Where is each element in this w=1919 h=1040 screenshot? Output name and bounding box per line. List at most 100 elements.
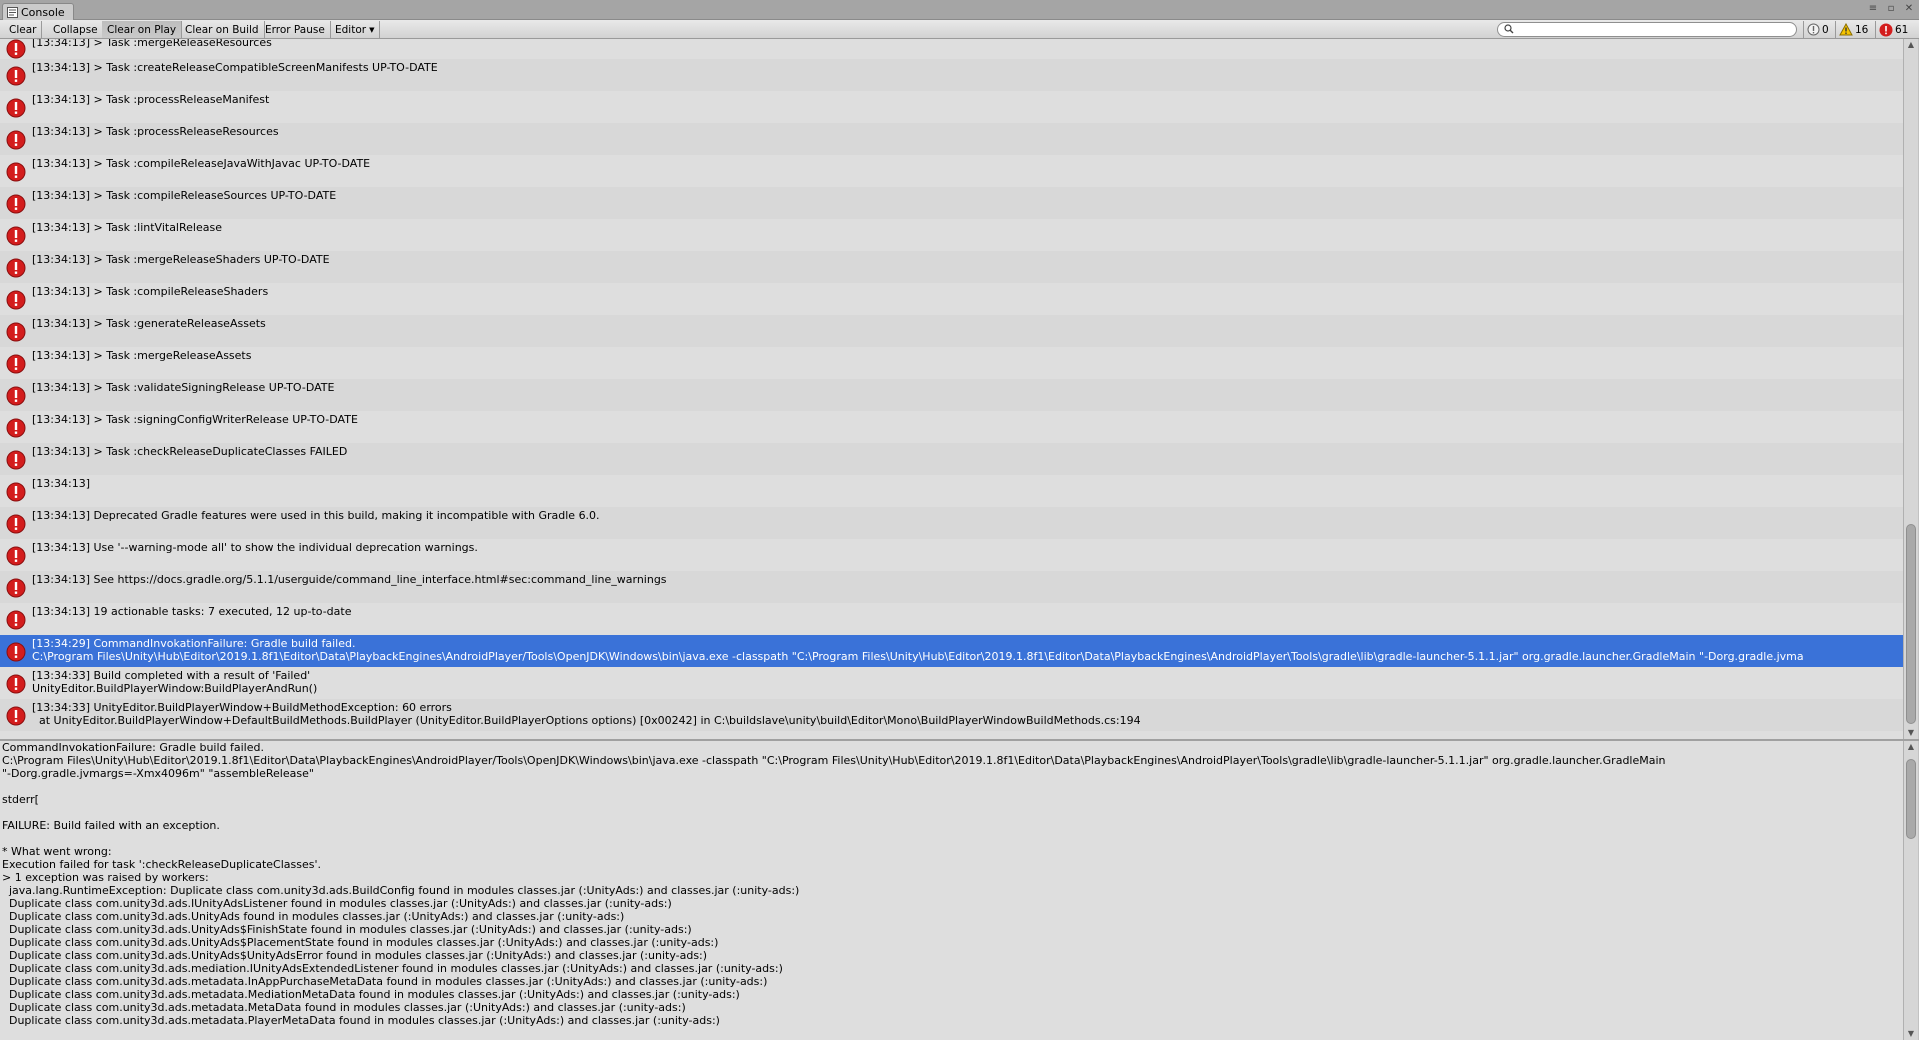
log-entry-line1: [13:34:13] > Task :generateReleaseAssets xyxy=(32,317,266,330)
error-icon xyxy=(6,674,26,694)
editor-dropdown-label: Editor xyxy=(335,23,367,36)
detail-pane-scrollbar[interactable]: ▲ ▼ xyxy=(1903,741,1918,1040)
stacktrace-detail-pane[interactable]: CommandInvokationFailure: Gradle build f… xyxy=(0,741,1903,1040)
error-icon xyxy=(6,642,26,662)
log-entry[interactable]: [13:34:13] Use '--warning-mode all' to s… xyxy=(0,539,1903,571)
clear-on-play-toggle[interactable]: Clear on Play xyxy=(102,21,183,38)
menu-icon[interactable]: ≡ xyxy=(1867,2,1879,16)
stacktrace-line: stderr[ xyxy=(2,793,39,806)
log-entry-text: [13:34:13] > Task :processReleaseManifes… xyxy=(32,93,1899,106)
stacktrace-line: Duplicate class com.unity3d.ads.metadata… xyxy=(2,975,768,988)
stacktrace-line xyxy=(2,780,1903,793)
close-icon[interactable]: ✕ xyxy=(1903,2,1915,16)
warning-count-toggle[interactable]: 16 xyxy=(1835,21,1871,38)
log-entry-line1: [13:34:13] > Task :processReleaseManifes… xyxy=(32,93,270,106)
log-entry-line1: [13:34:13] > Task :mergeReleaseShaders U… xyxy=(32,253,330,266)
error-icon xyxy=(6,450,26,470)
detail-scroll-up-arrow-icon[interactable]: ▲ xyxy=(1904,741,1918,753)
chevron-down-icon: ▼ xyxy=(369,25,375,34)
maximize-icon[interactable]: ▫ xyxy=(1885,2,1897,16)
error-count-toggle[interactable]: 61 xyxy=(1875,21,1911,38)
log-entry[interactable]: [13:34:13] > Task :mergeReleaseResources xyxy=(0,39,1903,59)
log-entry[interactable]: [13:34:13] > Task :compileReleaseJavaWit… xyxy=(0,155,1903,187)
detail-pane-scroll-thumb[interactable] xyxy=(1906,759,1916,839)
log-entry[interactable]: [13:34:13] > Task :validateSigningReleas… xyxy=(0,379,1903,411)
stacktrace-line: Duplicate class com.unity3d.ads.UnityAds… xyxy=(2,936,719,949)
log-entry-line1: [13:34:13] > Task :processReleaseResourc… xyxy=(32,125,279,138)
search-input[interactable] xyxy=(1516,23,1786,36)
log-entry[interactable]: [13:34:13] Deprecated Gradle features we… xyxy=(0,507,1903,539)
error-count: 61 xyxy=(1895,23,1909,36)
log-entry[interactable]: [13:34:13] > Task :signingConfigWriterRe… xyxy=(0,411,1903,443)
log-entry[interactable]: [13:34:13] > Task :processReleaseResourc… xyxy=(0,123,1903,155)
console-tab[interactable]: Console xyxy=(2,3,74,20)
log-entry-text: [13:34:13] Deprecated Gradle features we… xyxy=(32,509,1899,522)
log-entry[interactable]: [13:34:13] See https://docs.gradle.org/5… xyxy=(0,571,1903,603)
log-entry[interactable]: [13:34:13] > Task :compileReleaseSources… xyxy=(0,187,1903,219)
log-entry-line1: [13:34:29] CommandInvokationFailure: Gra… xyxy=(32,637,356,650)
log-entry-text: [13:34:33] UnityEditor.BuildPlayerWindow… xyxy=(32,701,1899,727)
log-entry-text: [13:34:13] > Task :compileReleaseShaders xyxy=(32,285,1899,298)
log-entry[interactable]: [13:34:13] > Task :lintVitalRelease xyxy=(0,219,1903,251)
stacktrace-line: CommandInvokationFailure: Gradle build f… xyxy=(2,741,264,754)
search-field[interactable] xyxy=(1497,22,1797,37)
stacktrace-line xyxy=(2,806,1903,819)
error-icon xyxy=(6,514,26,534)
stacktrace-line: > 1 exception was raised by workers: xyxy=(2,871,209,884)
editor-dropdown[interactable]: Editor ▼ xyxy=(330,21,381,38)
log-entry[interactable]: [13:34:13] > Task :mergeReleaseAssets xyxy=(0,347,1903,379)
stacktrace-line: Duplicate class com.unity3d.ads.metadata… xyxy=(2,1014,720,1027)
log-entry-text: [13:34:13] > Task :createReleaseCompatib… xyxy=(32,61,1899,74)
stacktrace-line xyxy=(2,832,1903,845)
log-entry-line1: [13:34:13] > Task :mergeReleaseResources xyxy=(32,39,272,49)
log-entry-line1: [13:34:13] > Task :mergeReleaseAssets xyxy=(32,349,252,362)
log-list-scrollbar[interactable]: ▲ ▼ xyxy=(1903,39,1918,739)
log-entry-text: [13:34:13] > Task :mergeReleaseAssets xyxy=(32,349,1899,362)
log-entry[interactable]: [13:34:33] UnityEditor.BuildPlayerWindow… xyxy=(0,699,1903,731)
scroll-down-arrow-icon[interactable]: ▼ xyxy=(1904,727,1918,739)
window-titlebar: Console ≡ ▫ ✕ xyxy=(0,0,1919,20)
log-entry-line1: [13:34:13] > Task :lintVitalRelease xyxy=(32,221,222,234)
error-icon xyxy=(6,322,26,342)
error-icon xyxy=(6,39,26,59)
log-entry[interactable]: [13:34:33] Build completed with a result… xyxy=(0,667,1903,699)
log-list[interactable]: [13:34:13] > Task :mergeReleaseResources… xyxy=(0,39,1903,739)
log-entry-text: [13:34:13] > Task :mergeReleaseResources xyxy=(32,39,1899,49)
log-entry-line1: [13:34:13] See https://docs.gradle.org/5… xyxy=(32,573,667,586)
stacktrace-line: Duplicate class com.unity3d.ads.metadata… xyxy=(2,988,740,1001)
log-entry-line1: [13:34:13] xyxy=(32,477,90,490)
log-entry[interactable]: [13:34:13] 19 actionable tasks: 7 execut… xyxy=(0,603,1903,635)
collapse-button[interactable]: Collapse xyxy=(48,21,104,38)
stacktrace-line: Duplicate class com.unity3d.ads.UnityAds… xyxy=(2,910,625,923)
detail-scroll-down-arrow-icon[interactable]: ▼ xyxy=(1904,1028,1918,1040)
error-icon xyxy=(6,578,26,598)
log-entry[interactable]: [13:34:29] CommandInvokationFailure: Gra… xyxy=(0,635,1903,667)
log-entry[interactable]: [13:34:13] > Task :processReleaseManifes… xyxy=(0,91,1903,123)
clear-button[interactable]: Clear xyxy=(4,21,43,38)
log-entry-line1: [13:34:13] > Task :validateSigningReleas… xyxy=(32,381,335,394)
log-entry[interactable]: [13:34:13] > Task :compileReleaseShaders xyxy=(0,283,1903,315)
log-entry[interactable]: [13:34:13] > Task :checkReleaseDuplicate… xyxy=(0,443,1903,475)
log-list-scroll-thumb[interactable] xyxy=(1906,524,1916,724)
error-icon xyxy=(6,354,26,374)
info-count-toggle[interactable]: 0 xyxy=(1803,21,1832,38)
log-entry-text: [13:34:29] CommandInvokationFailure: Gra… xyxy=(32,637,1899,663)
log-entry[interactable]: [13:34:13] > Task :createReleaseCompatib… xyxy=(0,59,1903,91)
log-entry-text: [13:34:13] > Task :checkReleaseDuplicate… xyxy=(32,445,1899,458)
log-entry-text: [13:34:13] > Task :processReleaseResourc… xyxy=(32,125,1899,138)
clear-on-build-toggle[interactable]: Clear on Build xyxy=(180,21,265,38)
log-entry[interactable]: [13:34:13] xyxy=(0,475,1903,507)
scroll-up-arrow-icon[interactable]: ▲ xyxy=(1904,39,1918,51)
log-entry-line1: [13:34:33] Build completed with a result… xyxy=(32,669,311,682)
log-entry-text: [13:34:13] 19 actionable tasks: 7 execut… xyxy=(32,605,1899,618)
log-entry[interactable]: [13:34:13] > Task :mergeReleaseShaders U… xyxy=(0,251,1903,283)
stacktrace-line: FAILURE: Build failed with an exception. xyxy=(2,819,220,832)
log-entry-line1: [13:34:13] > Task :checkReleaseDuplicate… xyxy=(32,445,348,458)
log-entry-line1: [13:34:13] 19 actionable tasks: 7 execut… xyxy=(32,605,352,618)
log-entry-line1: [13:34:13] > Task :compileReleaseJavaWit… xyxy=(32,157,371,170)
error-icon xyxy=(6,162,26,182)
log-entry-text: [13:34:13] > Task :lintVitalRelease xyxy=(32,221,1899,234)
log-entry[interactable]: [13:34:13] > Task :generateReleaseAssets xyxy=(0,315,1903,347)
stacktrace-line: Duplicate class com.unity3d.ads.metadata… xyxy=(2,1001,686,1014)
error-pause-toggle[interactable]: Error Pause xyxy=(260,21,331,38)
